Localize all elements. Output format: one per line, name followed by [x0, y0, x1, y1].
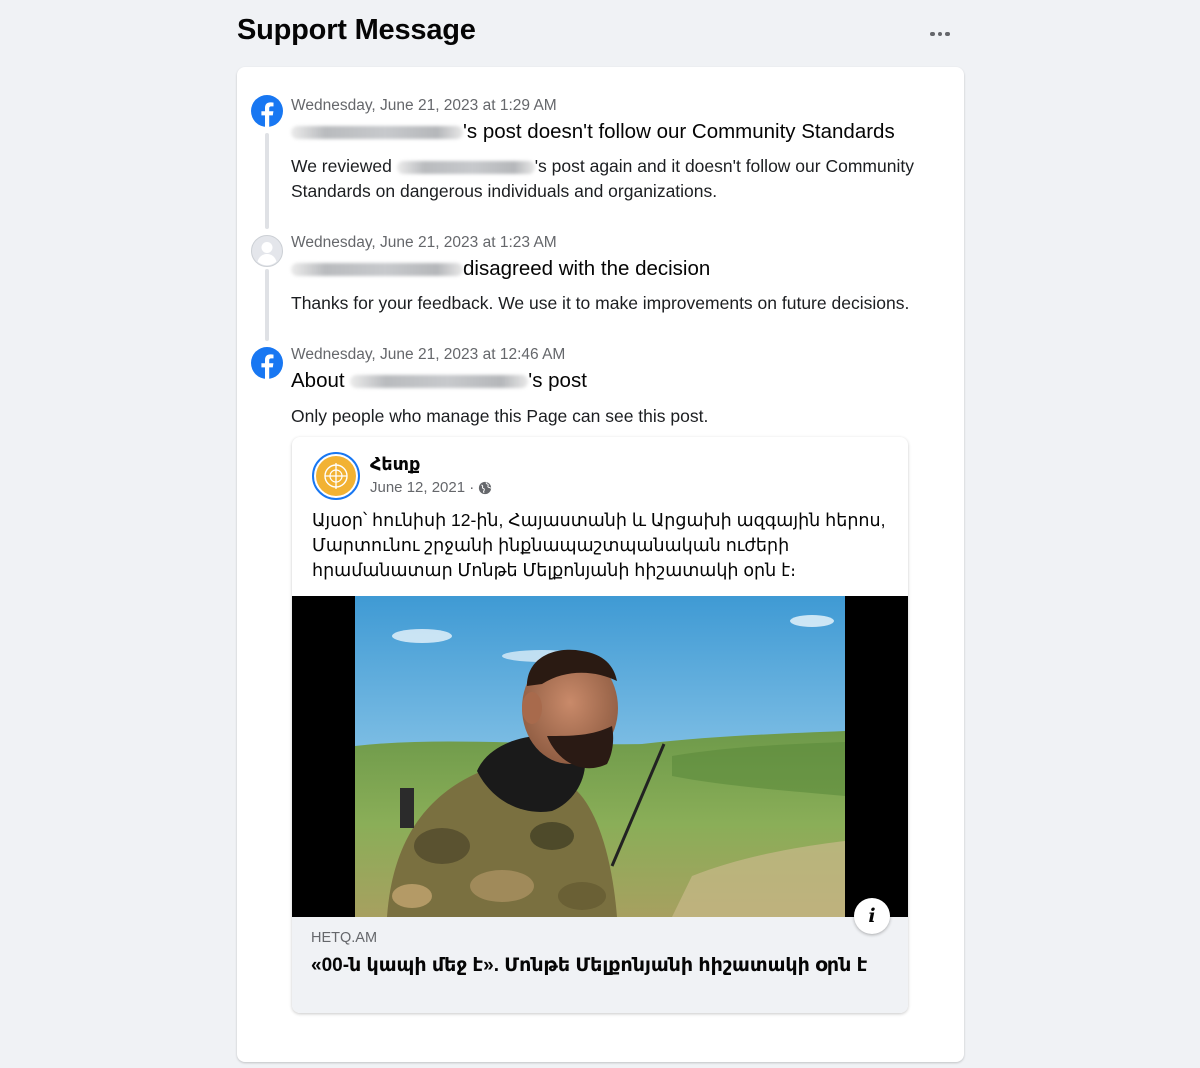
entry-timestamp: Wednesday, June 21, 2023 at 12:46 AM: [291, 346, 566, 363]
facebook-logo-icon: [251, 95, 283, 127]
page-name[interactable]: Հետք: [370, 454, 420, 475]
post-date[interactable]: June 12, 2021 ·: [370, 479, 492, 496]
redacted-name: [396, 160, 535, 174]
page-logo-icon: [316, 456, 356, 496]
entry-title-text: 's post: [528, 369, 587, 392]
entry-title-text: disagreed with the decision: [463, 257, 711, 280]
timeline-line: [265, 133, 269, 229]
redacted-name: [291, 126, 463, 140]
info-icon: i: [868, 905, 876, 927]
entry-title-prefix: About: [291, 369, 351, 392]
timeline-line: [265, 269, 269, 341]
page-avatar[interactable]: [312, 452, 360, 500]
entry-title-text: 's post doesn't follow our Community Sta…: [463, 120, 895, 143]
redacted-name: [291, 263, 463, 277]
more-dot: [945, 31, 950, 37]
entry-body: Thanks for your feedback. We use it to m…: [291, 293, 910, 313]
entry-title: 's post doesn't follow our Community Sta…: [291, 120, 895, 144]
facebook-logo-icon: [251, 347, 283, 379]
default-avatar-icon: [251, 235, 283, 267]
entry-timestamp: Wednesday, June 21, 2023 at 1:29 AM: [291, 97, 557, 114]
shared-post-card[interactable]: Հետք June 12, 2021 · Այսօր՝ հունիսի 12-ի…: [292, 437, 908, 1013]
entry-timestamp: Wednesday, June 21, 2023 at 1:23 AM: [291, 234, 557, 251]
page-title: Support Message: [237, 14, 476, 46]
entry-title: About 's post: [291, 369, 587, 393]
soldier-photo-image: [292, 596, 908, 917]
post-photo[interactable]: [292, 596, 908, 917]
globe-icon: [479, 481, 492, 494]
more-horizontal-icon: [930, 31, 935, 37]
link-preview[interactable]: HETQ.AM «00-ն կապի մեջ է». Մոնթե Մելքոնյ…: [292, 917, 908, 1013]
entry-title: disagreed with the decision: [291, 257, 710, 281]
redacted-name: [350, 375, 529, 389]
link-title[interactable]: «00-ն կապի մեջ է». Մոնթե Մելքոնյանի հիշա…: [311, 954, 881, 978]
more-options-button[interactable]: [926, 22, 954, 46]
entry-body-prefix: We reviewed: [291, 156, 397, 176]
post-date-text: June 12, 2021 ·: [370, 479, 475, 496]
more-dot: [937, 31, 943, 37]
entry-body: We reviewed 's post again and it doesn't…: [291, 154, 951, 204]
info-button[interactable]: i: [854, 898, 890, 934]
entry-body: Only people who manage this Page can see…: [291, 406, 709, 426]
link-domain: HETQ.AM: [311, 930, 378, 946]
post-text: Այսօր՝ հունիսի 12-ին, Հայաստանի և Արցախի…: [312, 510, 886, 580]
